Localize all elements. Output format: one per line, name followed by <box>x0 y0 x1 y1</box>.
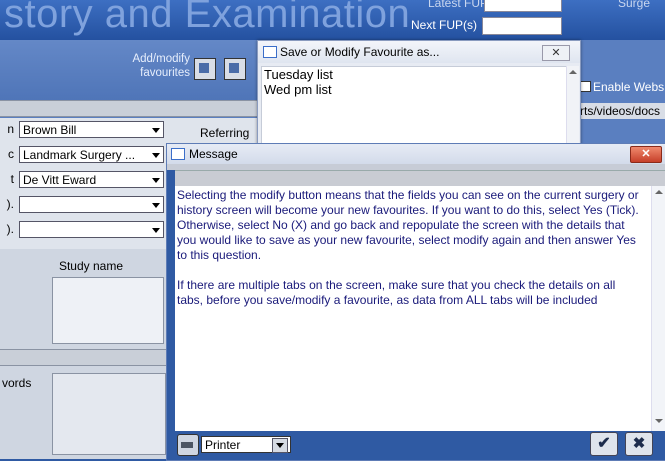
printer-select[interactable]: Printer <box>201 436 291 453</box>
field-select-4[interactable] <box>19 196 164 213</box>
save-favourite-dialog: Save or Modify Favourite as... ✕ Tuesday… <box>257 40 581 157</box>
field-label: ). <box>6 222 14 236</box>
field-label: t <box>10 172 14 186</box>
scrollbar[interactable] <box>651 186 665 431</box>
message-paragraph: If there are multiple tabs on the screen… <box>177 278 616 307</box>
chevron-down-icon <box>152 228 160 233</box>
field-label: ). <box>6 197 14 211</box>
surgery-label: Surge <box>618 0 651 10</box>
yes-button[interactable]: ✔ <box>590 432 618 456</box>
surgery-select[interactable]: Landmark Surgery ... <box>19 146 164 163</box>
message-header-bar <box>175 170 665 186</box>
dialog-title: Save or Modify Favourite as... <box>280 45 440 59</box>
scroll-up-icon[interactable] <box>569 70 577 74</box>
favourites-area: Add/modify favourites <box>0 40 258 100</box>
words-field[interactable] <box>52 373 166 455</box>
scroll-down-icon[interactable] <box>655 419 663 423</box>
chevron-down-icon <box>152 203 160 208</box>
printer-icon[interactable] <box>177 434 199 456</box>
checkbox-icon <box>580 81 591 92</box>
latest-fup-field[interactable] <box>484 0 562 12</box>
window-icon <box>263 46 277 58</box>
app-header: story and Examination Latest FUP Surge N… <box>0 0 665 40</box>
chevron-down-icon <box>152 153 160 158</box>
add-modify-favourites-label: Add/modify favourites <box>132 53 190 79</box>
chevron-down-icon <box>152 128 160 133</box>
next-fup-field[interactable] <box>482 17 562 35</box>
scrollbar[interactable] <box>566 66 579 154</box>
doctor-select[interactable]: De Vitt Eward <box>19 171 164 188</box>
message-dialog: Message ✕ Selecting the modify button me… <box>166 143 665 461</box>
referring-label: Referring <box>200 126 250 140</box>
message-text: Selecting the modify button means that t… <box>175 186 651 431</box>
chevron-down-icon <box>152 178 160 183</box>
study-name-label: Study name <box>58 259 124 273</box>
study-name-field[interactable] <box>52 277 164 344</box>
list-item[interactable]: Tuesday list <box>262 67 566 82</box>
chevron-down-icon[interactable] <box>272 438 288 453</box>
message-paragraph: Selecting the modify button means that t… <box>177 188 639 262</box>
dialog-titlebar: Save or Modify Favourite as... <box>258 41 580 63</box>
add-favourite-button[interactable] <box>194 58 216 80</box>
window-icon <box>171 148 185 160</box>
enable-web-checkbox[interactable]: Enable Webs <box>580 80 664 94</box>
page-title: story and Examination <box>4 0 411 36</box>
dialog-titlebar: Message <box>167 144 665 164</box>
latest-fup-label: Latest FUP <box>428 0 489 10</box>
field-select-5[interactable] <box>19 221 164 238</box>
section-bar <box>0 100 258 117</box>
patient-select[interactable]: Brown Bill <box>19 121 164 138</box>
field-label: n <box>7 122 14 136</box>
field-label: c <box>8 147 14 161</box>
list-item[interactable]: Wed pm list <box>262 82 566 97</box>
docs-tab[interactable]: rts/videos/docs <box>580 103 665 119</box>
dialog-title: Message <box>189 147 238 161</box>
no-button[interactable]: ✖ <box>625 432 653 456</box>
words-label: vords <box>2 376 32 390</box>
next-fup-label: Next FUP(s) <box>411 18 477 32</box>
close-button[interactable]: ✕ <box>542 45 570 61</box>
scroll-up-icon[interactable] <box>655 190 663 194</box>
close-button[interactable]: ✕ <box>630 146 662 163</box>
modify-favourite-button[interactable] <box>224 58 246 80</box>
